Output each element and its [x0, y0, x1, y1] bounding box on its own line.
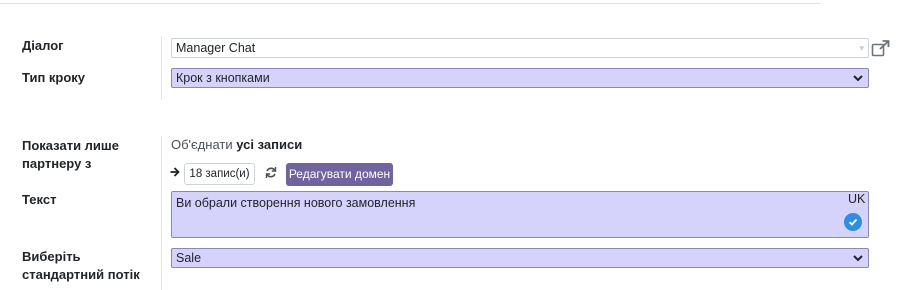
flow-select[interactable]: Sale — [171, 248, 869, 268]
chevron-down-icon — [853, 75, 863, 82]
domain-scope: усі записи — [236, 137, 303, 152]
text-label: Текст — [22, 192, 57, 207]
partner-label: Показати лише партнеру з — [22, 137, 119, 173]
domain-prefix: Об'єднати — [171, 137, 233, 152]
text-value: Ви обрали створення нового замовлення — [176, 196, 416, 210]
step-type-value: Крок з кнопками — [176, 71, 270, 85]
chevron-down-icon: ▾ — [859, 43, 864, 53]
dialog-label: Діалог — [22, 38, 64, 53]
refresh-icon[interactable] — [265, 166, 277, 179]
flow-label-line1: Виберіть — [22, 249, 81, 264]
flow-value: Sale — [176, 251, 202, 265]
partner-label-line2: партнеру з — [22, 156, 92, 171]
arrow-right-icon — [170, 167, 180, 177]
domain-summary: Об'єднати усі записи — [171, 137, 302, 152]
column-separator — [161, 136, 162, 290]
text-field[interactable]: Ви обрали створення нового замовлення — [171, 191, 869, 238]
external-link-icon[interactable] — [871, 40, 890, 57]
flow-label-line2: стандартний потік — [22, 267, 140, 282]
column-separator — [161, 36, 162, 100]
language-badge[interactable]: UK — [848, 192, 865, 206]
dialog-value: Manager Chat — [176, 41, 256, 55]
top-divider — [0, 3, 820, 4]
flow-label: Виберіть стандартний потік — [22, 248, 140, 284]
step-type-select[interactable]: Крок з кнопками — [171, 68, 869, 88]
step-type-label: Тип кроку — [22, 70, 86, 85]
check-circle-icon — [844, 213, 862, 231]
dialog-field[interactable]: Manager Chat ▾ — [171, 38, 869, 58]
chevron-down-icon — [853, 255, 863, 262]
records-count-button[interactable]: 18 запис(и) — [184, 163, 255, 185]
edit-domain-button[interactable]: Редагувати домен — [286, 163, 393, 186]
partner-label-line1: Показати лише — [22, 138, 119, 153]
